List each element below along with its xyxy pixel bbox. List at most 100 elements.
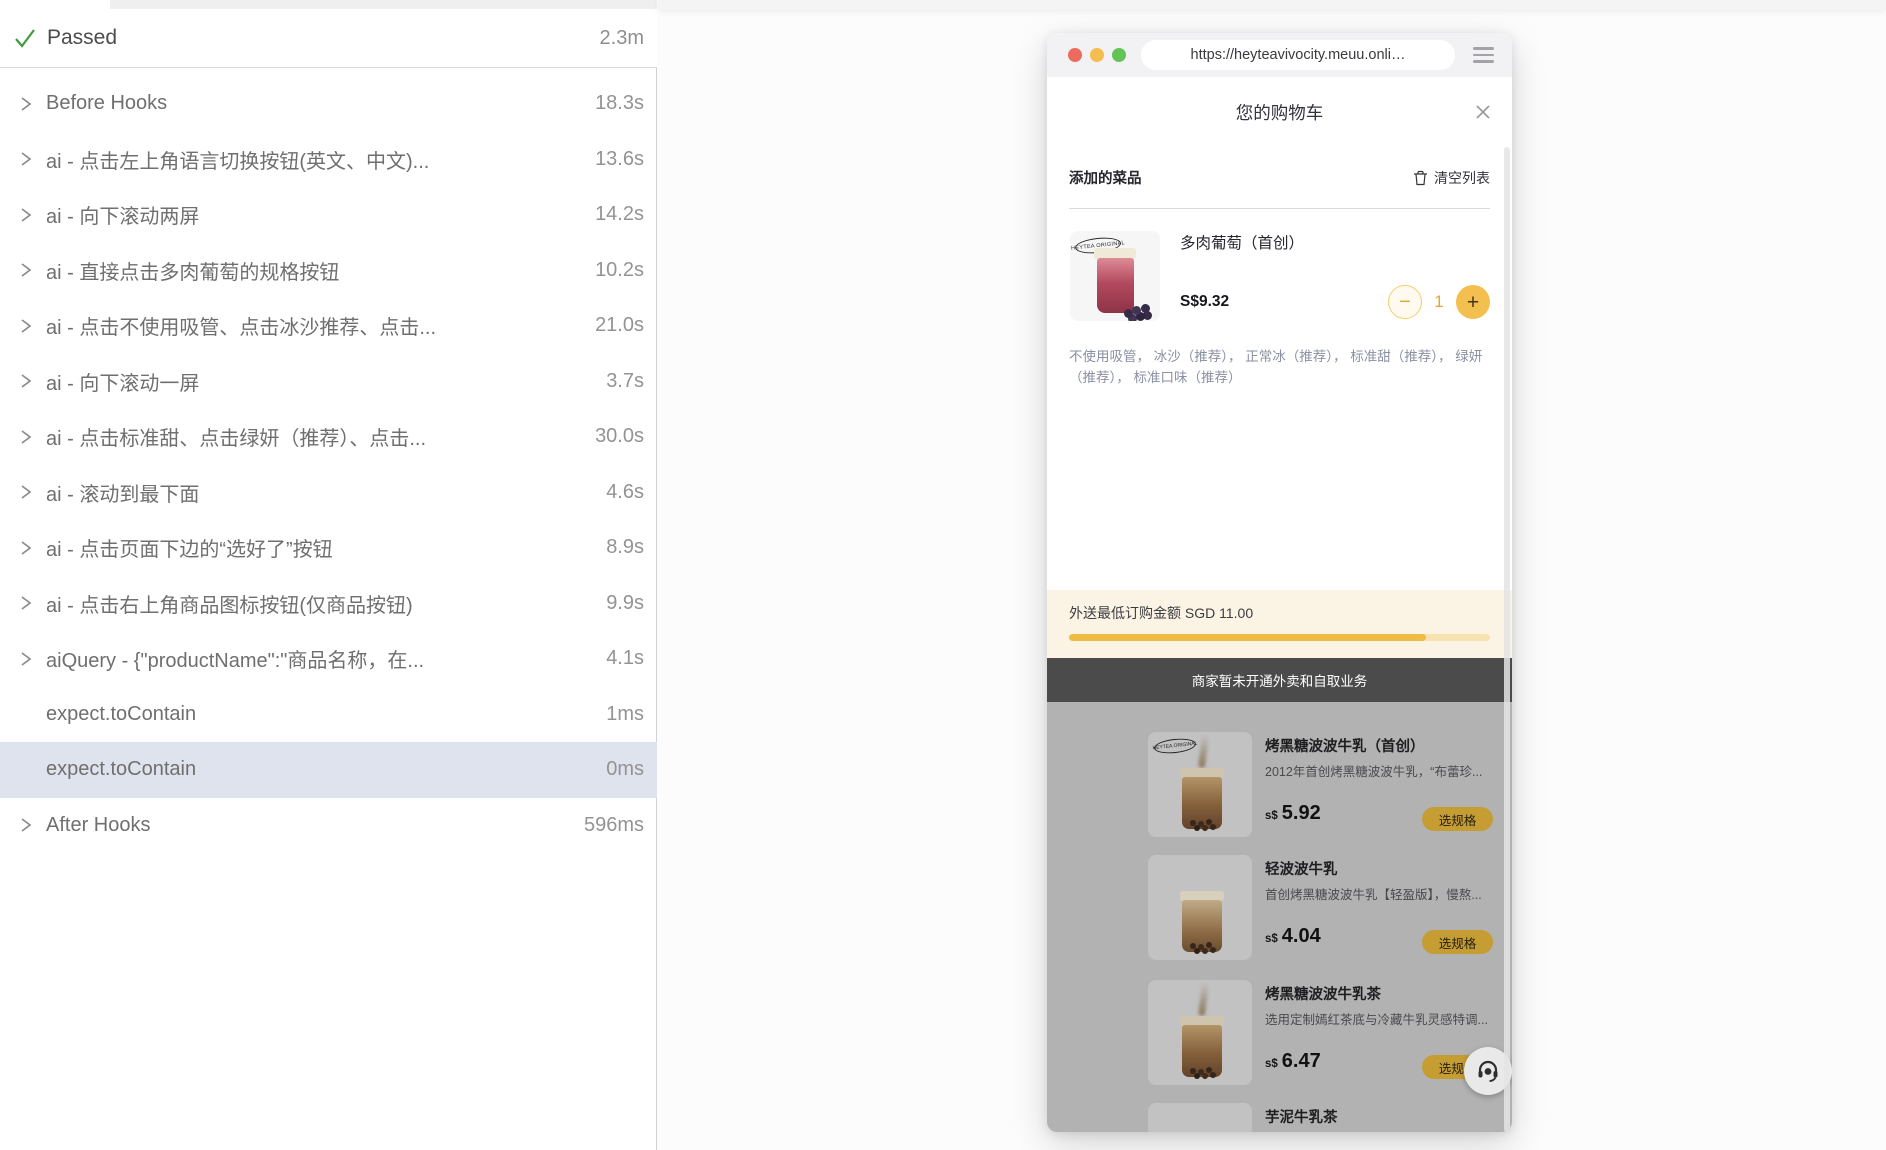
step-duration: 9.9s [606,591,644,614]
increase-quantity-button[interactable]: + [1456,285,1490,319]
step-label: aiQuery - {"productName":"商品名称，在... [46,650,425,673]
price-amount: 4.04 [1281,925,1321,947]
step-row-ai-click-no-straw[interactable]: ai - 点击不使用吸管、点击冰沙推荐、点击... 21.0s [0,298,657,354]
cart-header: 您的购物车 [1047,77,1512,147]
step-row-ai-scroll-one[interactable]: ai - 向下滚动一屏 3.7s [0,354,657,410]
heytea-original-badge: HEYTEA ORIGINAL [1152,736,1198,756]
scrolled-row-remnant [110,0,657,9]
min-order-progress-fill [1069,634,1426,641]
dimmed-menu-list: HEYTEA ORIGINAL 烤黑糖波波牛乳（首创） 2012年首创烤黑糖波波… [1047,702,1512,1132]
price-amount: 6.47 [1281,1050,1321,1072]
drink-cup [1182,1025,1222,1077]
chevron-right-icon [18,428,33,446]
menu-product-row: 芋泥牛乳茶 [1148,1103,1493,1132]
chevron-right-icon [18,594,33,612]
sugar-dust-decoration [1197,733,1210,769]
menu-product-price: s$ 5.92 [1265,802,1321,825]
step-label: expect.toContain [46,702,197,725]
chevron-right-icon [18,650,33,668]
decrease-quantity-button[interactable]: − [1388,285,1422,319]
step-label: ai - 滚动到最下面 [46,483,200,506]
step-row-before-hooks[interactable]: Before Hooks 18.3s [0,76,657,132]
quantity-value: 1 [1434,292,1444,311]
sugar-dust-decoration [1197,981,1210,1017]
price-amount: 5.92 [1281,802,1321,824]
page-top-strip [658,0,1886,9]
trash-icon [1414,170,1427,185]
drink-cup [1182,777,1222,829]
cart-item-name: 多肉葡萄（首创） [1180,235,1305,252]
step-row-ai-click-done-button[interactable]: ai - 点击页面下边的“选好了”按钮 8.9s [0,520,657,576]
menu-product-price: s$ 4.04 [1265,925,1321,948]
test-status-row[interactable]: Passed 2.3m [0,9,657,68]
step-duration: 4.1s [606,647,644,670]
select-spec-button[interactable]: 选规格 [1422,930,1493,954]
min-order-banner: 外送最低订购金额 SGD 11.00 [1047,590,1512,658]
product-image-light-boba-milk [1148,855,1252,960]
step-duration: 13.6s [595,147,644,170]
step-duration: 3.7s [606,369,644,392]
menu-product-row: HEYTEA ORIGINAL 烤黑糖波波牛乳（首创） 2012年首创烤黑糖波波… [1148,732,1493,838]
step-label: ai - 向下滚动两屏 [46,206,200,229]
cart-item-grape: HEYTEA ORIGINAL 多肉葡萄（首创） S$9.32 − 1 + [1069,231,1490,337]
step-label: ai - 点击页面下边的“选好了”按钮 [46,539,333,562]
step-row-ai-click-standard-sweet[interactable]: ai - 点击标准甜、点击绿妍（推荐）、点击... 30.0s [0,409,657,465]
cart-item-price: S$9.32 [1180,293,1230,310]
cart-title: 您的购物车 [1235,102,1324,123]
step-row-ai-click-product-icon[interactable]: ai - 点击右上角商品图标按钮(仅商品按钮) 9.9s [0,576,657,632]
menu-product-desc: 选用定制嫣红茶底与冷藏牛乳灵感特调... [1265,1013,1488,1027]
step-label: ai - 点击不使用吸管、点击冰沙推荐、点击... [46,317,437,340]
minimize-window-button[interactable] [1090,48,1104,62]
chevron-right-icon [18,372,33,390]
step-row-after-hooks[interactable]: After Hooks 596ms [0,798,657,854]
menu-product-row: 轻波波牛乳 首创烤黑糖波波牛乳【轻盈版】，慢熬... s$ 4.04 选规格 [1148,855,1493,961]
step-duration: 596ms [583,813,644,836]
step-label: After Hooks [46,813,151,836]
step-label: ai - 点击右上角商品图标按钮(仅商品按钮) [46,594,413,617]
step-duration: 21.0s [595,314,644,337]
test-steps-list: Before Hooks 18.3s ai - 点击左上角语言切换按钮(英文、中… [0,76,657,853]
select-spec-button[interactable]: 选规格 [1422,807,1493,831]
zoom-window-button[interactable] [1112,48,1126,62]
chevron-right-icon [18,150,33,168]
product-image-brown-sugar-original: HEYTEA ORIGINAL [1148,732,1252,837]
close-icon[interactable] [1472,101,1494,123]
step-label: expect.toContain [46,758,197,781]
test-report-panel: Passed 2.3m Before Hooks 18.3s ai - 点击左上… [0,0,657,1150]
chevron-right-icon [18,539,33,557]
step-duration: 0ms [606,758,644,781]
clear-list-button[interactable]: 清空列表 [1413,168,1490,188]
step-duration: 8.9s [606,536,644,559]
quantity-stepper: − 1 + [1388,285,1490,319]
close-window-button[interactable] [1068,48,1082,62]
cart-item-options: 不使用吸管， 冰沙（推荐）， 正常冰（推荐）， 标准甜（推荐）， 绿妍（推荐），… [1069,349,1483,385]
step-row-aiquery-product-name[interactable]: aiQuery - {"productName":"商品名称，在... 4.1s [0,631,657,687]
browser-window: https://heyteavivocity.meuu.onli… 您的购物车 … [1047,33,1512,1132]
menu-icon[interactable] [1473,47,1494,63]
drink-cup [1182,900,1222,952]
step-row-ai-scroll-two[interactable]: ai - 向下滚动两屏 14.2s [0,187,657,243]
step-row-ai-click-grape-spec[interactable]: ai - 直接点击多肉葡萄的规格按钮 10.2s [0,243,657,299]
cart-scrollbar[interactable] [1504,147,1510,1132]
step-row-ai-language-switch[interactable]: ai - 点击左上角语言切换按钮(英文、中文)... 13.6s [0,132,657,188]
chevron-right-icon [18,95,33,113]
url-bar[interactable]: https://heyteavivocity.meuu.onli… [1141,40,1455,70]
clear-list-label: 清空列表 [1434,169,1490,186]
boba-decoration [1190,820,1196,826]
currency-label: s$ [1265,1058,1278,1070]
step-row-ai-scroll-bottom[interactable]: ai - 滚动到最下面 4.6s [0,465,657,521]
menu-product-desc: 首创烤黑糖波波牛乳【轻盈版】，慢熬... [1265,888,1482,902]
currency-label: s$ [1265,810,1278,822]
step-row-expect-tocontain-1[interactable]: expect.toContain 1ms [0,687,657,743]
step-row-expect-tocontain-2-selected[interactable]: expect.toContain 0ms [0,742,657,798]
product-image-brown-sugar-milk-tea [1148,980,1252,1085]
menu-product-name: 芋泥牛乳茶 [1265,1110,1338,1126]
min-order-label: 外送最低订购金额 SGD 11.00 [1069,605,1254,621]
menu-product-name: 轻波波牛乳 [1265,862,1338,878]
menu-product-name: 烤黑糖波波牛乳茶 [1265,987,1381,1003]
step-duration: 4.6s [606,480,644,503]
added-items-header: 添加的菜品 清空列表 [1069,147,1490,209]
menu-product-row: 烤黑糖波波牛乳茶 选用定制嫣红茶底与冷藏牛乳灵感特调... s$ 6.47 选规… [1148,980,1493,1086]
